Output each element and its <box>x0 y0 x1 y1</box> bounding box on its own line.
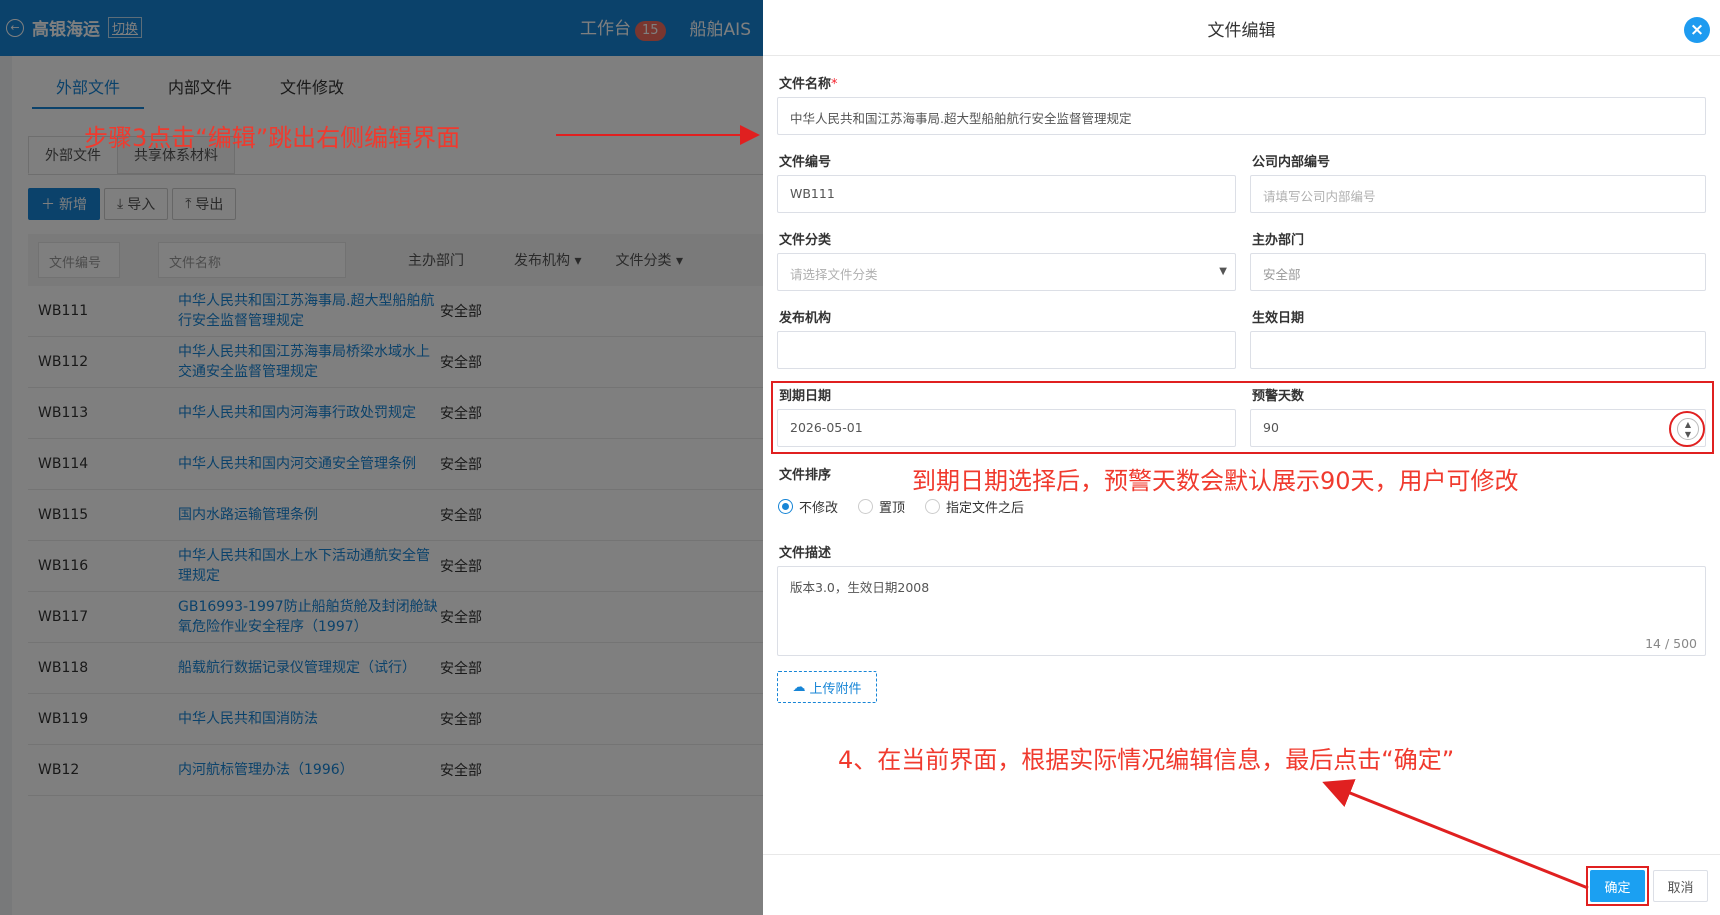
internal-no-label: 公司内部编号 <box>1252 155 1331 170</box>
dept-input[interactable]: 安全部 <box>1250 253 1706 291</box>
highlight-confirm-box <box>1586 866 1649 906</box>
radio-top[interactable]: 置顶 <box>858 497 905 516</box>
desc-label: 文件描述 <box>779 546 832 561</box>
drawer-header: 文件编辑 × <box>763 0 1720 56</box>
radio-label: 置顶 <box>879 501 906 516</box>
file-name-input[interactable]: 中华人民共和国江苏海事局.超大型船舶航行安全监督管理规定 <box>777 97 1706 135</box>
desc-value: 版本3.0，生效日期2008 <box>790 580 930 595</box>
warn-days-annotation: 到期日期选择后，预警天数会默认展示90天，用户可修改 <box>912 467 1519 495</box>
highlight-date-box <box>771 381 1714 454</box>
category-placeholder: 请选择文件分类 <box>790 267 878 282</box>
radio-unchecked-icon <box>925 499 941 514</box>
category-select[interactable]: 请选择文件分类 ▼ <box>777 253 1236 291</box>
order-label: 文件排序 <box>779 468 832 483</box>
internal-no-input[interactable]: 请填写公司内部编号 <box>1250 175 1706 213</box>
file-name-label: 文件名称* <box>779 73 838 92</box>
upload-cloud-icon: ☁ <box>792 679 806 695</box>
required-mark: * <box>831 77 838 92</box>
char-counter: 14 / 500 <box>1645 636 1697 651</box>
select-arrow-icon: ▼ <box>1219 266 1227 277</box>
step4-annotation: 4、在当前界面，根据实际情况编辑信息，最后点击“确定” <box>838 746 1455 774</box>
drawer-footer <box>763 854 1720 915</box>
dept-label: 主办部门 <box>1252 233 1305 248</box>
step3-annotation: 步骤3点击“编辑”跳出右侧编辑界面 <box>84 124 461 152</box>
radio-unchecked-icon <box>858 499 874 514</box>
cancel-button[interactable]: 取消 <box>1653 870 1708 902</box>
category-label: 文件分类 <box>779 233 832 248</box>
radio-after-file[interactable]: 指定文件之后 <box>925 497 1024 516</box>
radio-label: 指定文件之后 <box>946 501 1025 516</box>
edit-drawer: 文件编辑 × <box>763 0 1720 915</box>
radio-label: 不修改 <box>799 501 839 516</box>
desc-textarea[interactable]: 版本3.0，生效日期2008 14 / 500 <box>777 566 1706 656</box>
upload-attachment-button[interactable]: ☁ 上传附件 <box>777 671 877 703</box>
file-name-label-text: 文件名称 <box>779 77 832 92</box>
close-icon[interactable]: × <box>1684 17 1710 43</box>
file-no-label: 文件编号 <box>779 155 832 170</box>
effective-date-label: 生效日期 <box>1252 311 1305 326</box>
effective-date-input[interactable] <box>1250 331 1706 369</box>
highlight-stepper-circle <box>1669 411 1705 447</box>
radio-no-change[interactable]: 不修改 <box>778 497 838 516</box>
upload-label: 上传附件 <box>809 681 862 697</box>
order-radio-group: 不修改 置顶 指定文件之后 <box>778 497 1024 516</box>
publisher-input[interactable] <box>777 331 1236 369</box>
publisher-label: 发布机构 <box>779 311 832 326</box>
file-no-input[interactable]: WB111 <box>777 175 1236 213</box>
drawer-title: 文件编辑 <box>1207 21 1276 41</box>
radio-checked-icon <box>778 499 793 514</box>
